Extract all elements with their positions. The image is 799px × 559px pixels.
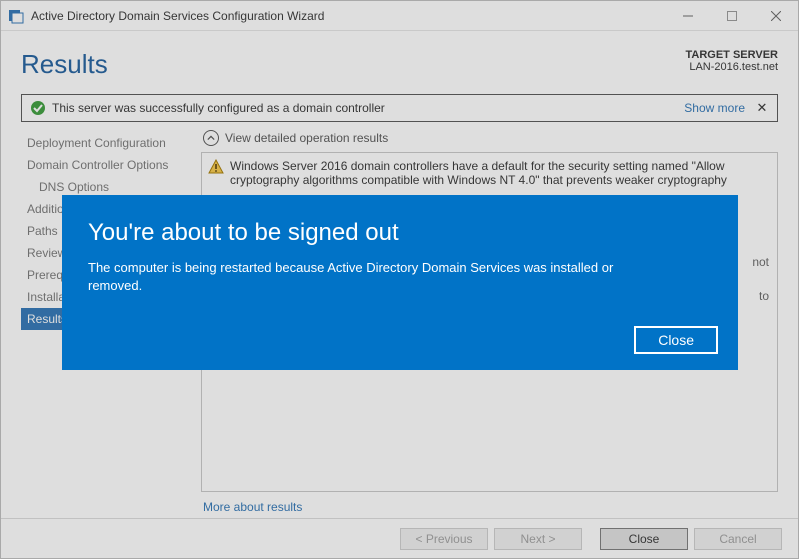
signout-title: You're about to be signed out [88, 219, 712, 247]
signout-dialog: You're about to be signed out The comput… [62, 195, 738, 370]
signout-close-button[interactable]: Close [634, 326, 718, 354]
signout-body: The computer is being restarted because … [88, 259, 648, 295]
